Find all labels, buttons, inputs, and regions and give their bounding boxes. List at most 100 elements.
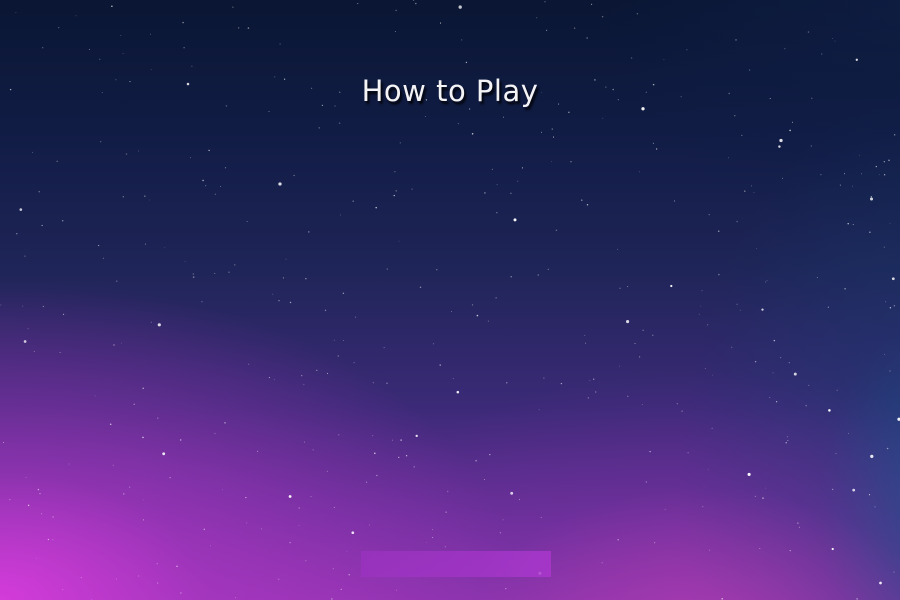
star xyxy=(888,159,890,162)
star xyxy=(308,231,310,233)
star xyxy=(274,379,275,381)
star xyxy=(698,313,700,315)
star xyxy=(852,224,854,226)
star xyxy=(343,340,344,341)
star xyxy=(766,280,768,282)
star xyxy=(203,528,206,531)
star xyxy=(288,495,292,498)
star xyxy=(538,409,540,411)
star xyxy=(33,350,36,353)
star xyxy=(247,363,250,365)
star xyxy=(789,550,791,552)
star xyxy=(75,15,77,17)
footer-button[interactable] xyxy=(361,551,551,577)
star xyxy=(183,47,185,49)
star xyxy=(868,494,871,496)
star xyxy=(42,47,44,49)
star xyxy=(570,161,572,163)
star xyxy=(413,466,415,468)
star xyxy=(844,288,846,290)
star xyxy=(62,313,65,316)
star xyxy=(765,281,767,283)
star xyxy=(424,116,426,117)
star xyxy=(182,21,184,24)
star xyxy=(704,368,706,369)
star xyxy=(432,529,433,530)
star xyxy=(711,427,713,429)
star xyxy=(142,436,144,439)
star xyxy=(663,59,665,61)
star xyxy=(224,422,226,424)
star xyxy=(883,161,885,163)
star xyxy=(169,477,171,479)
star xyxy=(759,548,761,550)
star xyxy=(585,342,587,344)
star xyxy=(721,598,723,600)
star xyxy=(268,111,270,113)
star xyxy=(718,273,720,276)
star xyxy=(16,233,18,235)
star xyxy=(386,268,388,270)
star xyxy=(859,154,860,156)
star xyxy=(133,403,135,405)
star xyxy=(261,528,262,530)
star xyxy=(573,27,576,29)
star xyxy=(894,134,896,136)
star xyxy=(222,489,223,491)
star xyxy=(289,542,291,544)
star xyxy=(122,196,124,198)
star xyxy=(496,183,498,185)
star xyxy=(855,58,858,61)
star xyxy=(245,497,247,499)
star xyxy=(42,305,44,308)
star xyxy=(739,309,741,311)
star xyxy=(398,240,400,242)
star xyxy=(491,168,493,170)
star xyxy=(779,356,782,359)
star xyxy=(707,468,709,470)
star xyxy=(641,404,643,405)
star xyxy=(686,49,688,51)
star xyxy=(150,69,152,71)
star xyxy=(184,261,186,262)
star xyxy=(735,39,737,41)
star xyxy=(138,575,140,577)
star xyxy=(202,179,204,182)
star xyxy=(374,452,376,455)
star xyxy=(395,190,397,192)
star xyxy=(293,174,295,177)
star xyxy=(645,481,648,483)
star xyxy=(232,6,234,8)
star xyxy=(88,48,91,51)
star xyxy=(835,453,837,455)
star xyxy=(205,185,207,187)
star xyxy=(23,340,27,343)
star xyxy=(37,488,40,491)
star xyxy=(39,493,41,495)
star xyxy=(189,157,192,159)
star xyxy=(164,247,166,249)
star xyxy=(555,229,558,232)
star xyxy=(889,370,891,372)
star xyxy=(338,122,341,124)
star xyxy=(333,506,335,508)
star xyxy=(246,522,248,524)
star xyxy=(113,344,115,346)
star xyxy=(664,508,666,510)
star xyxy=(891,277,895,281)
star xyxy=(789,129,791,132)
star xyxy=(201,301,203,303)
star xyxy=(456,390,460,394)
star xyxy=(25,477,27,479)
star xyxy=(394,31,396,33)
star xyxy=(116,280,118,282)
star xyxy=(505,588,507,590)
star xyxy=(157,323,161,327)
star xyxy=(883,246,885,248)
star xyxy=(144,195,146,197)
star xyxy=(736,220,738,223)
star xyxy=(465,61,468,64)
star xyxy=(120,342,122,344)
star xyxy=(115,578,118,580)
star xyxy=(393,194,395,197)
